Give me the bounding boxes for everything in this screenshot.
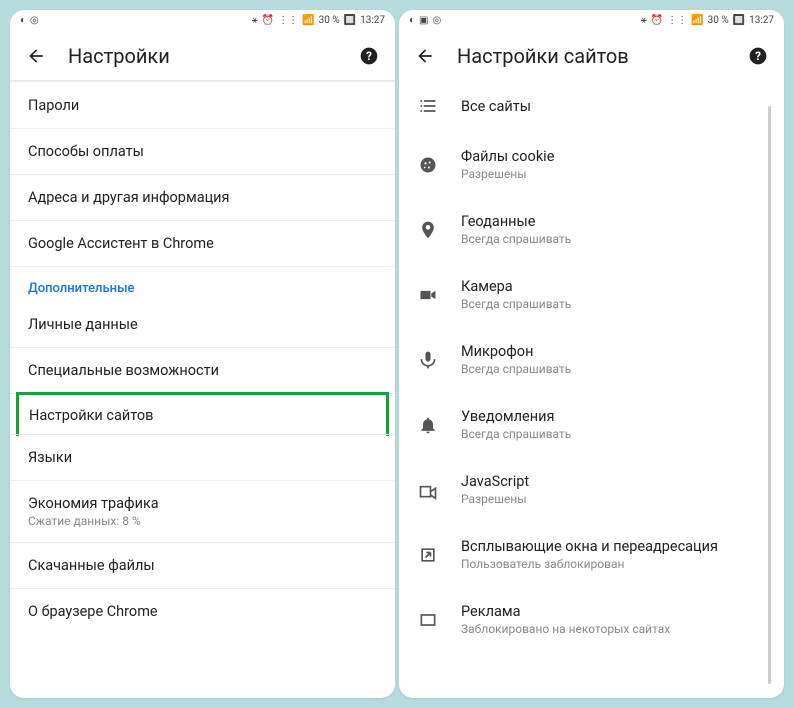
clock: 13:27 bbox=[360, 15, 385, 26]
row-label: Файлы cookie bbox=[461, 148, 554, 165]
browser-icon: ◎ bbox=[30, 15, 39, 26]
wifi-icon: ⋮⋮ bbox=[667, 15, 687, 26]
row-label: Геоданные bbox=[461, 213, 571, 230]
help-icon[interactable]: ? bbox=[359, 46, 379, 66]
site-setting-row[interactable]: Микрофон Всегда спрашивать bbox=[399, 327, 784, 392]
bluetooth-icon: ⚹ bbox=[641, 15, 647, 26]
browser-icon: ◎ bbox=[433, 15, 442, 26]
section-advanced: Дополнительные bbox=[10, 267, 395, 302]
row-sub: Разрешены bbox=[461, 167, 554, 181]
site-settings-screen: ◐ ▣ ◎ ⚹ ⏰ ⋮⋮ 📶 30 % 🔲 13:27 Настройки са… bbox=[399, 10, 784, 698]
row-label: Личные данные bbox=[28, 316, 138, 333]
bell-icon bbox=[417, 415, 439, 435]
battery-icon: 🔲 bbox=[344, 15, 356, 26]
row-label: Камера bbox=[461, 278, 571, 295]
site-setting-row[interactable]: Геоданные Всегда спрашивать bbox=[399, 197, 784, 262]
row-site-settings[interactable]: Настройки сайтов bbox=[16, 392, 389, 436]
app-bar: Настройки сайтов ? bbox=[399, 30, 784, 80]
site-setting-row[interactable]: Уведомления Всегда спрашивать bbox=[399, 392, 784, 457]
row-addresses[interactable]: Адреса и другая информация bbox=[10, 175, 395, 221]
gallery-icon: ▣ bbox=[419, 15, 428, 26]
alarm-icon: ⏰ bbox=[262, 15, 274, 26]
status-bar: ◐ ◎ ⚹ ⏰ ⋮⋮ 📶 30 % 🔲 13:27 bbox=[10, 10, 395, 30]
help-icon[interactable]: ? bbox=[748, 46, 768, 66]
battery-icon: 🔲 bbox=[733, 15, 745, 26]
svg-text:?: ? bbox=[755, 49, 761, 63]
row-label: О браузере Chrome bbox=[28, 603, 158, 620]
row-sub: Всегда спрашивать bbox=[461, 232, 571, 246]
row-label: Всплывающие окна и переадресация bbox=[461, 538, 718, 555]
telegram-icon: ◐ bbox=[20, 15, 26, 26]
row-sub: Сжатие данных: 8 % bbox=[28, 514, 377, 528]
wifi-icon: ⋮⋮ bbox=[278, 15, 298, 26]
row-label: Экономия трафика bbox=[28, 495, 377, 512]
row-payment[interactable]: Способы оплаты bbox=[10, 129, 395, 175]
site-setting-row[interactable]: Всплывающие окна и переадресация Пользова… bbox=[399, 522, 784, 587]
row-label: Микрофон bbox=[461, 343, 571, 360]
row-label: Уведомления bbox=[461, 408, 571, 425]
page-title: Настройки сайтов bbox=[457, 44, 726, 68]
row-sub: Всегда спрашивать bbox=[461, 297, 571, 311]
row-label: Google Ассистент в Chrome bbox=[28, 235, 214, 252]
settings-screen: ◐ ◎ ⚹ ⏰ ⋮⋮ 📶 30 % 🔲 13:27 Настройки ? Па… bbox=[10, 10, 395, 698]
row-label: Пароли bbox=[28, 97, 79, 114]
alarm-icon: ⏰ bbox=[651, 15, 663, 26]
row-privacy[interactable]: Личные данные bbox=[10, 302, 395, 348]
clock: 13:27 bbox=[749, 15, 774, 26]
page-title: Настройки bbox=[68, 44, 337, 68]
ads-icon bbox=[417, 610, 439, 630]
row-sub: Заблокировано на некоторых сайтах bbox=[461, 622, 670, 636]
row-sub: Всегда спрашивать bbox=[461, 362, 571, 376]
status-bar: ◐ ▣ ◎ ⚹ ⏰ ⋮⋮ 📶 30 % 🔲 13:27 bbox=[399, 10, 784, 30]
row-languages[interactable]: Языки bbox=[10, 435, 395, 481]
row-assistant[interactable]: Google Ассистент в Chrome bbox=[10, 221, 395, 267]
signal-icon: 📶 bbox=[691, 15, 703, 26]
site-setting-row[interactable]: Файлы cookie Разрешены bbox=[399, 132, 784, 197]
back-icon[interactable] bbox=[26, 46, 46, 66]
back-icon[interactable] bbox=[415, 46, 435, 66]
row-downloads[interactable]: Скачанные файлы bbox=[10, 543, 395, 589]
signal-icon: 📶 bbox=[302, 15, 314, 26]
row-sub: Всегда спрашивать bbox=[461, 427, 571, 441]
row-label: Специальные возможности bbox=[28, 362, 219, 379]
row-label: Все сайты bbox=[461, 98, 531, 115]
site-setting-row[interactable]: Все сайты bbox=[399, 80, 784, 132]
row-label: Способы оплаты bbox=[28, 143, 144, 160]
telegram-icon: ◐ bbox=[409, 15, 415, 26]
row-sub: Пользователь заблокирован bbox=[461, 557, 718, 571]
row-label: Скачанные файлы bbox=[28, 557, 155, 574]
mic-icon bbox=[417, 350, 439, 370]
bluetooth-icon: ⚹ bbox=[252, 15, 258, 26]
row-about[interactable]: О браузере Chrome bbox=[10, 589, 395, 634]
row-label: Реклама bbox=[461, 603, 670, 620]
camera-icon bbox=[417, 285, 439, 305]
app-bar: Настройки ? bbox=[10, 30, 395, 80]
battery-percent: 30 % bbox=[319, 15, 340, 26]
popup-icon bbox=[417, 545, 439, 565]
svg-text:?: ? bbox=[366, 49, 372, 63]
list-icon bbox=[417, 96, 439, 116]
location-icon bbox=[417, 220, 439, 240]
row-label: Адреса и другая информация bbox=[28, 189, 230, 206]
cookie-icon bbox=[417, 155, 439, 175]
site-setting-row[interactable]: JavaScript Разрешены bbox=[399, 457, 784, 522]
row-label: JavaScript bbox=[461, 473, 529, 490]
row-sub: Разрешены bbox=[461, 492, 529, 506]
js-icon bbox=[417, 480, 439, 500]
row-passwords[interactable]: Пароли bbox=[10, 83, 395, 129]
site-setting-row[interactable]: Камера Всегда спрашивать bbox=[399, 262, 784, 327]
row-accessibility[interactable]: Специальные возможности bbox=[10, 348, 395, 394]
row-data-saver[interactable]: Экономия трафика Сжатие данных: 8 % bbox=[10, 481, 395, 543]
scrollbar[interactable] bbox=[768, 106, 771, 684]
battery-percent: 30 % bbox=[708, 15, 729, 26]
row-label: Языки bbox=[28, 449, 72, 466]
row-label: Настройки сайтов bbox=[29, 407, 153, 424]
site-setting-row[interactable]: Реклама Заблокировано на некоторых сайтах bbox=[399, 587, 784, 652]
